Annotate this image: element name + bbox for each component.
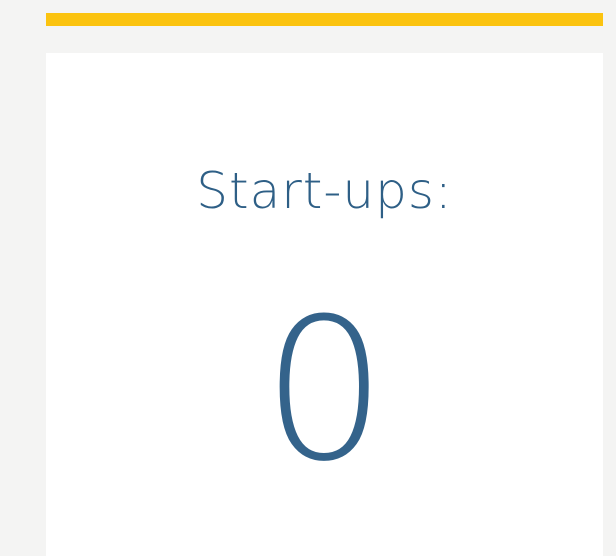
accent-bar	[46, 13, 603, 26]
stat-label: Start-ups:	[196, 162, 453, 220]
stat-value: 0	[262, 277, 387, 505]
stat-card: Start-ups: 0	[46, 53, 603, 556]
page: Start-ups: 0	[0, 0, 616, 556]
